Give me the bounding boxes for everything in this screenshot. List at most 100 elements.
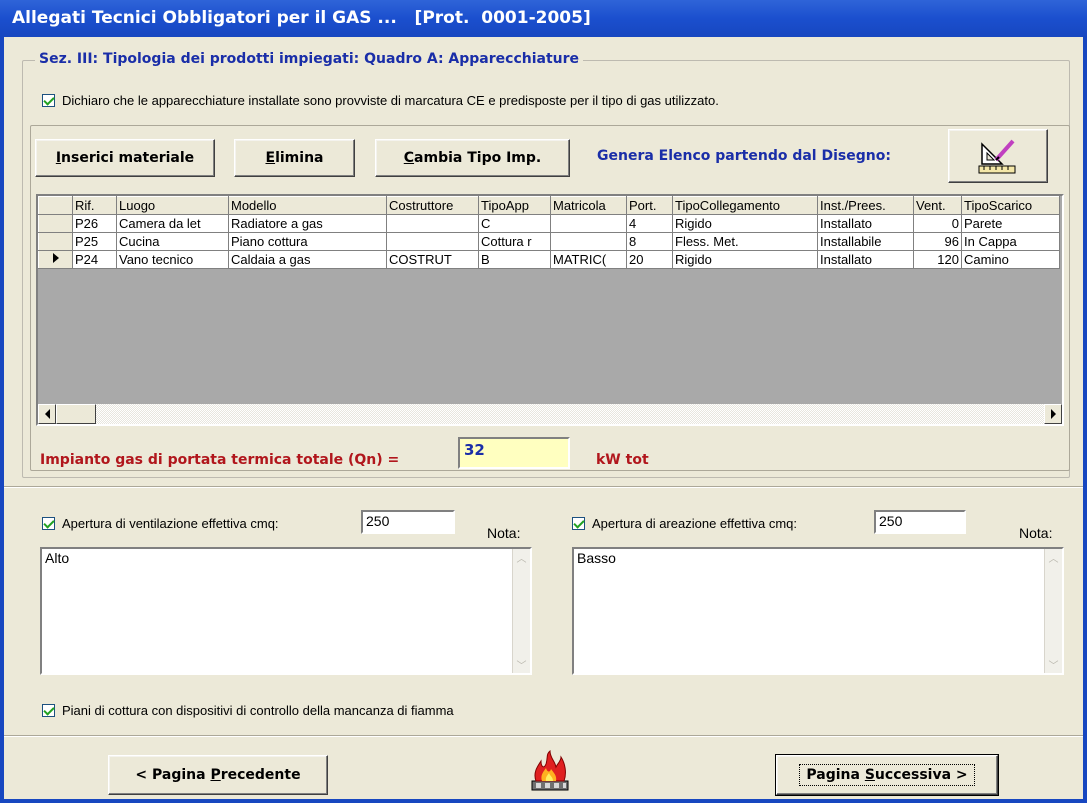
scroll-left-button[interactable]	[38, 404, 56, 424]
table-cell[interactable]: COSTRUT	[386, 250, 479, 269]
column-header[interactable]: Modello	[228, 196, 387, 215]
table-cell[interactable]: Piano cottura	[228, 232, 387, 251]
total-power-field[interactable]: 32	[458, 437, 570, 469]
table-cell[interactable]: In Cappa	[961, 232, 1060, 251]
table-cell[interactable]	[386, 232, 479, 251]
table-cell[interactable]: P26	[72, 214, 117, 233]
table-cell[interactable]: 120	[913, 250, 962, 269]
aeration-field[interactable]: 250	[874, 510, 966, 534]
column-header[interactable]: TipoApp	[478, 196, 551, 215]
row-indicator[interactable]	[38, 214, 73, 233]
total-power-unit: kW tot	[596, 452, 649, 468]
table-cell[interactable]: Radiatore a gas	[228, 214, 387, 233]
column-header[interactable]: Rif.	[72, 196, 117, 215]
insert-material-button[interactable]: Inserici materiale	[35, 139, 215, 177]
table-cell[interactable]: 96	[913, 232, 962, 251]
grid-horizontal-scrollbar[interactable]	[38, 404, 1062, 424]
table-row[interactable]: P26 Camera da let Radiatore a gas C 4 Ri…	[38, 214, 1060, 233]
ventilation-nota-label: Nota:	[487, 525, 521, 541]
table-cell[interactable]: C	[478, 214, 551, 233]
aeration-nota-field[interactable]: Basso ︿ ﹀	[572, 547, 1064, 675]
row-indicator-header	[38, 196, 73, 215]
table-row-current[interactable]: P24 Vano tecnico Caldaia a gas COSTRUT B…	[38, 250, 1060, 269]
apparatus-grid[interactable]: Rif. Luogo Modello Costruttore TipoApp M…	[36, 194, 1064, 426]
previous-page-button[interactable]: < Pagina Precedente	[108, 755, 328, 795]
scroll-thumb[interactable]	[56, 404, 96, 424]
previous-page-label: < Pagina Precedente	[135, 767, 301, 783]
table-cell[interactable]: P25	[72, 232, 117, 251]
table-cell[interactable]: Fless. Met.	[672, 232, 818, 251]
ce-declaration-label: Dichiaro che le apparecchiature installa…	[62, 93, 719, 108]
delete-button[interactable]: Elimina	[234, 139, 355, 177]
current-row-arrow-icon	[52, 252, 59, 263]
scroll-down-button[interactable]: ﹀	[1045, 656, 1062, 673]
column-header[interactable]: TipoScarico	[961, 196, 1060, 215]
table-cell[interactable]: Parete	[961, 214, 1060, 233]
ventilation-field[interactable]: 250	[361, 510, 455, 534]
table-cell[interactable]: Installabile	[817, 232, 914, 251]
column-header[interactable]: TipoCollegamento	[672, 196, 818, 215]
flame-control-checkbox[interactable]: Piani di cottura con dispositivi di cont…	[42, 703, 454, 718]
change-type-button[interactable]: Cambia Tipo Imp.	[375, 139, 570, 177]
table-cell[interactable]: P24	[72, 250, 117, 269]
column-header[interactable]: Matricola	[550, 196, 627, 215]
scroll-right-button[interactable]	[1044, 404, 1062, 424]
ventilation-label: Apertura di ventilazione effettiva cmq:	[62, 516, 279, 531]
aeration-check-icon[interactable]	[572, 517, 585, 530]
table-cell[interactable]	[550, 232, 627, 251]
arrow-right-icon	[1050, 409, 1056, 419]
flame-control-check-icon[interactable]	[42, 704, 55, 717]
table-cell[interactable]: Camino	[961, 250, 1060, 269]
table-cell[interactable]: 8	[626, 232, 673, 251]
column-header[interactable]: Luogo	[116, 196, 229, 215]
table-cell[interactable]: Rigido	[672, 214, 818, 233]
scroll-down-button[interactable]: ﹀	[513, 656, 530, 673]
table-cell[interactable]: Cucina	[116, 232, 229, 251]
table-cell[interactable]: Camera da let	[116, 214, 229, 233]
scroll-up-button[interactable]: ︿	[1045, 549, 1062, 566]
scroll-up-button[interactable]: ︿	[513, 549, 530, 566]
ventilation-checkbox[interactable]: Apertura di ventilazione effettiva cmq:	[42, 516, 279, 531]
table-cell[interactable]	[386, 214, 479, 233]
ventilation-check-icon[interactable]	[42, 517, 55, 530]
column-header[interactable]: Inst./Prees.	[817, 196, 914, 215]
ventilation-nota-scrollbar[interactable]: ︿ ﹀	[512, 549, 530, 673]
aeration-nota-scrollbar[interactable]: ︿ ﹀	[1044, 549, 1062, 673]
table-cell[interactable]	[550, 214, 627, 233]
table-cell[interactable]: MATRIC(	[550, 250, 627, 269]
section-title: Sez. III: Tipologia dei prodotti impiega…	[35, 51, 584, 67]
chevron-up-icon: ︿	[1048, 554, 1059, 565]
table-cell[interactable]: Vano tecnico	[116, 250, 229, 269]
table-cell[interactable]: Installato	[817, 214, 914, 233]
aeration-nota-label: Nota:	[1019, 525, 1053, 541]
ce-declaration-checkbox[interactable]: Dichiaro che le apparecchiature installa…	[42, 93, 719, 108]
window-border-right	[1083, 37, 1087, 803]
generate-from-drawing-button[interactable]	[948, 129, 1048, 183]
aeration-checkbox[interactable]: Apertura di areazione effettiva cmq:	[572, 516, 797, 531]
ventilation-nota-text: Alto	[45, 550, 70, 566]
window-border-bottom	[0, 799, 1087, 803]
column-header[interactable]: Costruttore	[386, 196, 479, 215]
current-row-indicator[interactable]	[38, 250, 73, 269]
column-header[interactable]: Vent.	[913, 196, 962, 215]
ce-declaration-check-icon[interactable]	[42, 94, 55, 107]
table-cell[interactable]: Caldaia a gas	[228, 250, 387, 269]
table-cell[interactable]: Installato	[817, 250, 914, 269]
flame-control-label: Piani di cottura con dispositivi di cont…	[62, 703, 454, 718]
table-cell[interactable]: 20	[626, 250, 673, 269]
chevron-up-icon: ︿	[516, 554, 527, 565]
table-row[interactable]: P25 Cucina Piano cottura Cottura r 8 Fle…	[38, 232, 1060, 251]
section-divider	[4, 486, 1083, 488]
table-cell[interactable]: B	[478, 250, 551, 269]
row-indicator[interactable]	[38, 232, 73, 251]
table-cell[interactable]: Rigido	[672, 250, 818, 269]
insert-material-label: Inserici materiale	[55, 150, 195, 166]
chevron-down-icon: ﹀	[516, 661, 527, 672]
table-cell[interactable]: 0	[913, 214, 962, 233]
delete-label: Elimina	[265, 150, 324, 166]
column-header[interactable]: Port.	[626, 196, 673, 215]
ventilation-nota-field[interactable]: Alto ︿ ﹀	[40, 547, 532, 675]
next-page-button[interactable]: Pagina Successiva >	[775, 754, 999, 796]
table-cell[interactable]: Cottura r	[478, 232, 551, 251]
table-cell[interactable]: 4	[626, 214, 673, 233]
